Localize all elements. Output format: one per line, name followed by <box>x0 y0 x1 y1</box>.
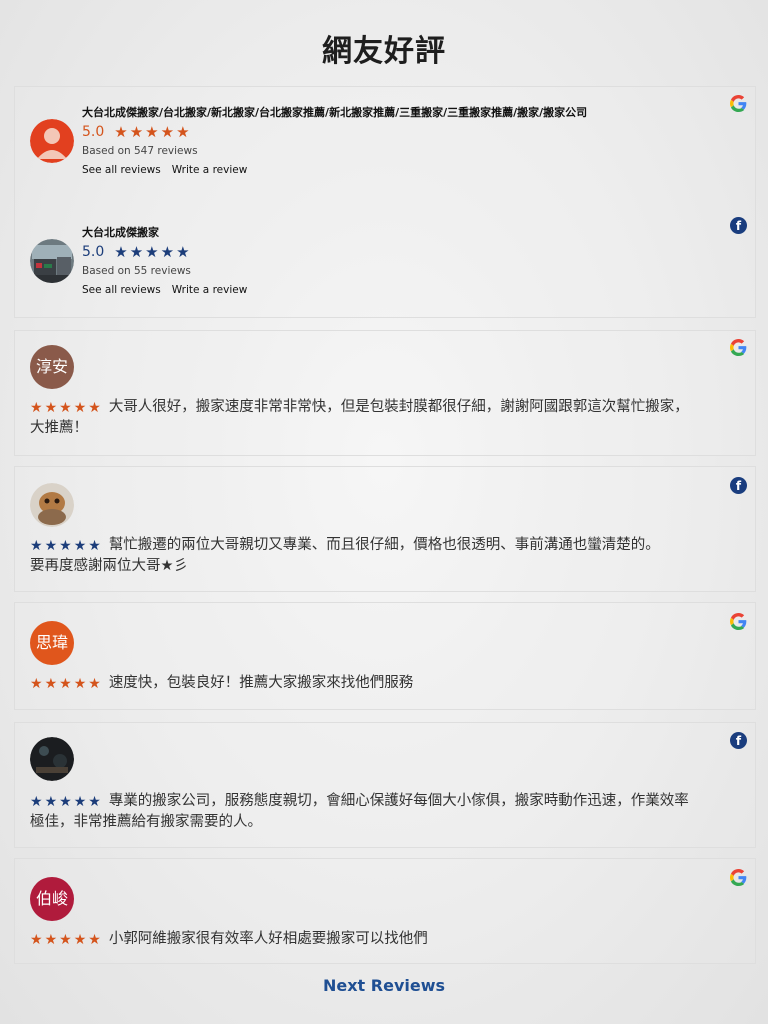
star-rating: ★ ★ ★ ★ ★ <box>114 242 191 261</box>
google-icon[interactable] <box>730 95 747 112</box>
star-rating: ★ ★ ★ ★ ★ <box>30 401 103 415</box>
review-text: 幫忙搬遷的兩位大哥親切又專業、而且很仔細，價格也很透明、事前溝通也蠻清楚的。 <box>108 537 660 553</box>
facebook-icon[interactable]: f <box>730 217 747 234</box>
see-all-reviews-link[interactable]: See all reviews <box>82 284 161 296</box>
star-icon: ★ <box>30 676 43 692</box>
review-body: ★ ★ ★ ★ ★ 大哥人很好，搬家速度非常非常快，但是包裝封膜都很仔細，謝謝阿… <box>30 397 741 439</box>
review-text: 專業的搬家公司，服務態度親切，會細心保護好每個大小傢俱，搬家時動作迅速，作業效率 <box>108 793 689 809</box>
review-count: Based on 547 reviews <box>82 145 198 157</box>
star-icon: ★ <box>88 932 101 948</box>
star-icon: ★ <box>114 242 128 261</box>
review-count: Based on 55 reviews <box>82 265 191 277</box>
star-icon: ★ <box>59 676 72 692</box>
reviewer-avatar <box>30 483 74 527</box>
star-icon: ★ <box>44 794 58 810</box>
review-body: ★ ★ ★ ★ ★ 小郭阿維搬家很有效率人好相處要搬家可以找他們 <box>30 929 741 950</box>
star-rating: ★ ★ ★ ★ ★ <box>30 933 103 947</box>
star-icon: ★ <box>145 242 159 261</box>
write-review-link[interactable]: Write a review <box>172 284 248 296</box>
google-summary: 大台北成傑搬家/台北搬家/新北搬家/台北搬家推薦/新北搬家推薦/三重搬家/三重搬… <box>15 87 755 203</box>
review-body: ★ ★ ★ ★ ★ 幫忙搬遷的兩位大哥親切又專業、而且很仔細，價格也很透明、事前… <box>30 535 741 577</box>
review-body: ★ ★ ★ ★ ★ 專業的搬家公司，服務態度親切，會細心保護好每個大小傢俱，搬家… <box>30 791 741 833</box>
reviewer-avatar: 思瑋 <box>30 621 74 665</box>
review-card: f ★ ★ ★ ★ ★ 專業的搬家公司，服務態度親切，會細心保護好每個大小傢俱，… <box>14 722 756 848</box>
star-icon: ★ <box>30 400 43 416</box>
business-avatar-google <box>30 119 74 163</box>
star-icon: ★ <box>44 538 58 554</box>
page-title: 網友好評 <box>322 34 446 69</box>
summary-panel: 大台北成傑搬家/台北搬家/新北搬家/台北搬家推薦/新北搬家推薦/三重搬家/三重搬… <box>14 86 756 318</box>
star-rating: ★ ★ ★ ★ ★ <box>30 539 103 553</box>
google-icon[interactable] <box>730 613 747 630</box>
facebook-icon[interactable]: f <box>730 477 747 494</box>
star-icon: ★ <box>73 538 87 554</box>
star-icon: ★ <box>73 932 87 948</box>
review-text: 大哥人很好，搬家速度非常非常快，但是包裝封膜都很仔細，謝謝阿國跟郭這次幫忙搬家， <box>108 399 689 415</box>
star-icon: ★ <box>30 932 43 948</box>
star-icon: ★ <box>30 538 43 554</box>
review-card: 伯峻 ★ ★ ★ ★ ★ 小郭阿維搬家很有效率人好相處要搬家可以找他們 <box>14 858 756 964</box>
see-all-reviews-link[interactable]: See all reviews <box>82 164 161 176</box>
star-icon: ★ <box>129 242 144 261</box>
review-text: 速度快，包裝良好！推薦大家搬家來找他們服務 <box>108 675 414 691</box>
star-icon: ★ <box>176 122 190 141</box>
star-icon: ★ <box>59 932 72 948</box>
star-icon: ★ <box>30 794 43 810</box>
write-review-link[interactable]: Write a review <box>172 164 248 176</box>
star-icon: ★ <box>88 676 101 692</box>
google-icon[interactable] <box>730 869 747 886</box>
review-body: ★ ★ ★ ★ ★ 速度快，包裝良好！推薦大家搬家來找他們服務 <box>30 673 741 694</box>
star-rating: ★ ★ ★ ★ ★ <box>30 795 103 809</box>
star-icon: ★ <box>59 538 72 554</box>
star-icon: ★ <box>160 242 175 261</box>
summary-links: See all reviews Write a review <box>82 284 247 296</box>
rating-row: 5.0 ★ ★ ★ ★ ★ <box>82 242 192 262</box>
facebook-summary: 大台北成傑搬家 5.0 ★ ★ ★ ★ ★ Based on 55 review… <box>15 207 755 323</box>
star-icon: ★ <box>44 932 58 948</box>
star-icon: ★ <box>88 400 101 416</box>
star-icon: ★ <box>88 538 101 554</box>
star-icon: ★ <box>59 400 72 416</box>
reviewer-avatar <box>30 737 74 781</box>
reviewer-avatar: 伯峻 <box>30 877 74 921</box>
business-name: 大台北成傑搬家/台北搬家/新北搬家/台北搬家推薦/新北搬家推薦/三重搬家/三重搬… <box>82 106 588 119</box>
star-rating: ★ ★ ★ ★ ★ <box>30 677 103 691</box>
review-text-continued: 要再度感謝兩位大哥★彡 <box>30 558 188 574</box>
star-icon: ★ <box>145 122 159 141</box>
rating-value: 5.0 <box>82 244 105 260</box>
business-avatar-facebook <box>30 239 74 283</box>
star-icon: ★ <box>176 242 190 261</box>
reviewer-avatar: 淳安 <box>30 345 74 389</box>
star-icon: ★ <box>114 122 128 141</box>
star-icon: ★ <box>44 400 58 416</box>
star-icon: ★ <box>59 794 72 810</box>
review-text: 小郭阿維搬家很有效率人好相處要搬家可以找他們 <box>108 931 428 947</box>
business-name: 大台北成傑搬家 <box>82 226 159 239</box>
summary-links: See all reviews Write a review <box>82 164 247 176</box>
review-text-continued: 極佳，非常推薦給有搬家需要的人。 <box>30 814 262 830</box>
star-icon: ★ <box>73 400 87 416</box>
star-icon: ★ <box>129 122 144 141</box>
star-icon: ★ <box>44 676 58 692</box>
rating-value: 5.0 <box>82 124 105 140</box>
review-card: 思瑋 ★ ★ ★ ★ ★ 速度快，包裝良好！推薦大家搬家來找他們服務 <box>14 602 756 710</box>
next-reviews-link[interactable]: Next Reviews <box>0 976 768 995</box>
star-icon: ★ <box>73 794 87 810</box>
star-icon: ★ <box>88 794 101 810</box>
star-icon: ★ <box>73 676 87 692</box>
rating-row: 5.0 ★ ★ ★ ★ ★ <box>82 122 192 142</box>
google-icon[interactable] <box>730 339 747 356</box>
review-text-continued: 大推薦！ <box>30 420 88 436</box>
review-card: 淳安 ★ ★ ★ ★ ★ 大哥人很好，搬家速度非常非常快，但是包裝封膜都很仔細，… <box>14 330 756 456</box>
facebook-icon[interactable]: f <box>730 732 747 749</box>
star-rating: ★ ★ ★ ★ ★ <box>114 122 191 141</box>
star-icon: ★ <box>160 122 175 141</box>
review-card: f ★ ★ ★ ★ ★ 幫忙搬遷的兩位大哥親切又專業、而且很仔細，價格也很透明、… <box>14 466 756 592</box>
